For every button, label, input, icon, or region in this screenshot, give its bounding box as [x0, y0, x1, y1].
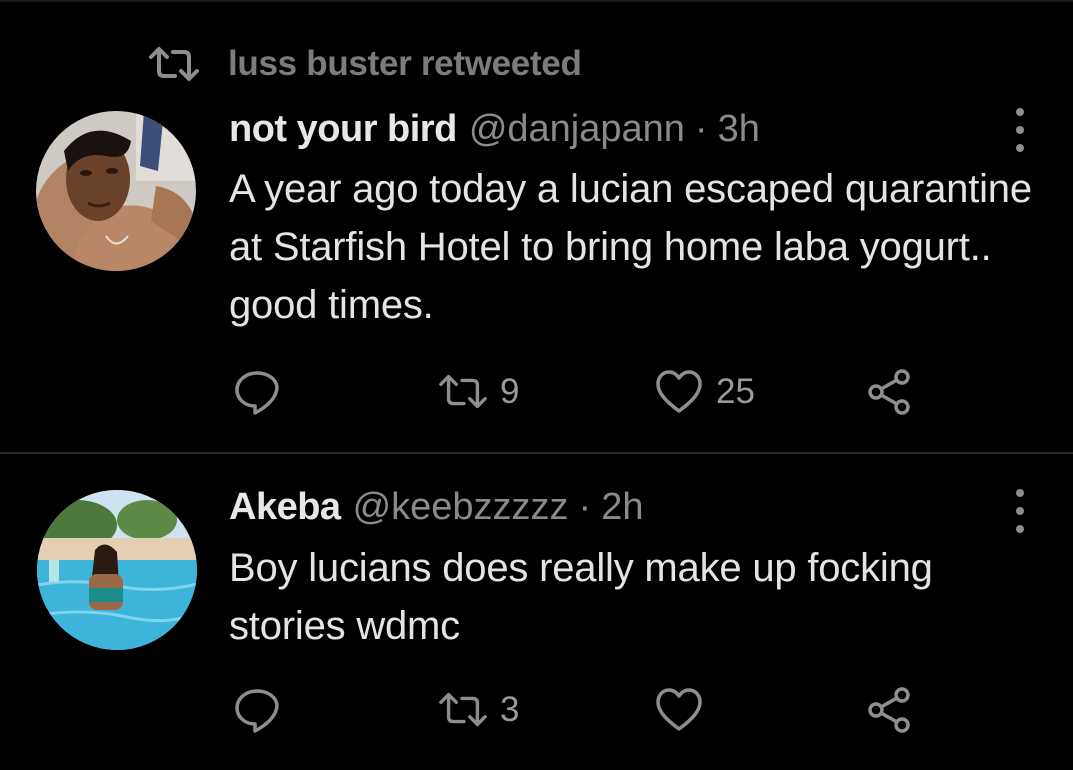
share-button[interactable] — [864, 684, 914, 736]
comment-icon — [235, 689, 279, 733]
user-handle[interactable]: @keebzzzzz — [353, 486, 569, 529]
tweet-text: A year ago today a lucian escaped quaran… — [229, 167, 1032, 327]
reply-button[interactable] — [232, 366, 282, 418]
heart-icon — [656, 688, 702, 731]
like-button[interactable] — [654, 684, 716, 736]
tweet-card[interactable]: Akeba @keebzzzzz · 2h Boy lucians does r… — [0, 454, 1073, 770]
like-button[interactable]: 25 — [654, 366, 755, 418]
retweet-button[interactable]: 3 — [438, 684, 519, 736]
separator: · — [694, 108, 708, 150]
display-name[interactable]: Akeba — [229, 486, 341, 529]
retweet-count: 9 — [500, 372, 520, 411]
user-handle[interactable]: @danjapann — [469, 108, 685, 151]
heart-icon — [656, 370, 702, 413]
avatar[interactable] — [36, 111, 196, 271]
more-options-icon[interactable] — [1008, 108, 1032, 152]
like-count: 25 — [716, 372, 755, 411]
display-name[interactable]: not your bird — [229, 108, 457, 151]
retweeted-by-label: luss buster retweeted — [228, 44, 582, 83]
retweet-count: 3 — [500, 690, 520, 729]
timestamp[interactable]: 3h — [718, 108, 760, 151]
share-icon — [868, 369, 910, 415]
action-bar: 9 25 — [0, 366, 1073, 418]
retweet-icon — [149, 47, 199, 81]
timestamp[interactable]: 2h — [601, 486, 643, 529]
tweet-card[interactable]: luss buster retweeted not your bird @dan… — [0, 0, 1073, 452]
retweet-icon — [439, 374, 487, 409]
avatar[interactable] — [37, 490, 197, 650]
retweet-icon — [439, 692, 487, 727]
share-icon — [868, 687, 910, 733]
retweet-button[interactable]: 9 — [438, 366, 519, 418]
action-bar: 3 — [0, 684, 1073, 736]
comment-icon — [235, 371, 279, 415]
share-button[interactable] — [864, 366, 914, 418]
tweet-header: not your bird @danjapann · 3h — [229, 108, 760, 151]
tweet-text: Boy lucians does really make up focking … — [229, 546, 933, 648]
separator: · — [578, 486, 592, 528]
more-options-icon[interactable] — [1008, 489, 1032, 533]
reply-button[interactable] — [232, 684, 282, 736]
tweet-header: Akeba @keebzzzzz · 2h — [229, 486, 643, 529]
retweet-context[interactable]: luss buster retweeted — [148, 44, 582, 84]
